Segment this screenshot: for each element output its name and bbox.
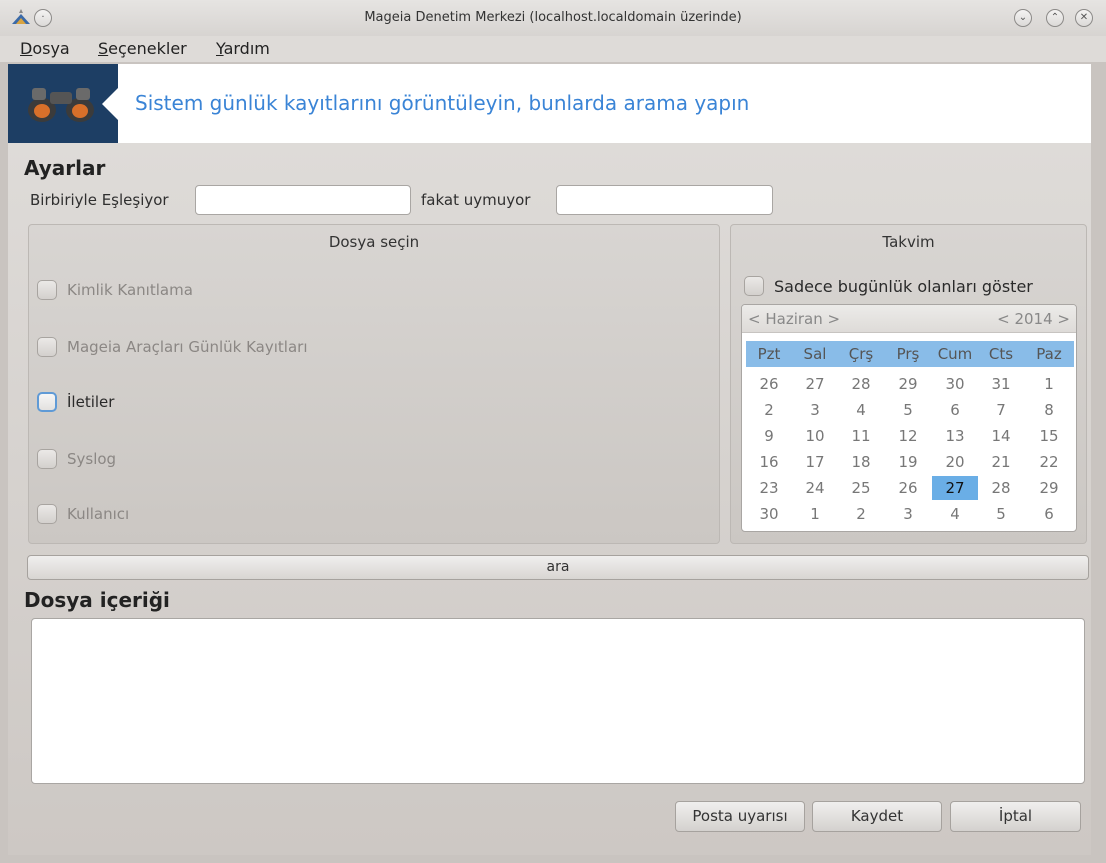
calendar-day[interactable]: 18 xyxy=(838,450,884,474)
close-icon[interactable]: ✕ xyxy=(1075,9,1093,27)
weekday-label: Sal xyxy=(803,345,827,363)
checkbox-syslog[interactable] xyxy=(37,449,57,469)
calendar-day[interactable]: 12 xyxy=(885,424,931,448)
menu-file[interactable]: Dosya xyxy=(20,39,70,58)
calendar-year-nav[interactable]: < 2014 > xyxy=(997,310,1070,328)
calendar-day[interactable]: 22 xyxy=(1026,450,1072,474)
banner-arrow xyxy=(102,88,118,120)
calendar-month-nav[interactable]: < Haziran > xyxy=(748,310,840,328)
settings-heading: Ayarlar xyxy=(24,156,106,180)
menu-options[interactable]: Seçenekler xyxy=(98,39,187,58)
calendar-day[interactable]: 19 xyxy=(885,450,931,474)
file-select-group: Dosya seçin Kimlik Kanıtlama Mageia Araç… xyxy=(28,224,720,544)
calendar-day[interactable]: 24 xyxy=(792,476,838,500)
content-heading: Dosya içeriği xyxy=(24,588,170,612)
calendar-day[interactable]: 9 xyxy=(746,424,792,448)
checkbox-label-user: Kullanıcı xyxy=(67,505,130,523)
calendar-day[interactable]: 5 xyxy=(978,502,1024,526)
checkbox-today-only[interactable] xyxy=(744,276,764,296)
calendar-day[interactable]: 11 xyxy=(838,424,884,448)
calendar-next-year-icon[interactable]: > xyxy=(1057,310,1070,328)
checkbox-user[interactable] xyxy=(37,504,57,524)
calendar-day[interactable]: 8 xyxy=(1026,398,1072,422)
calendar-nav: < Haziran > < 2014 > xyxy=(742,305,1076,333)
calendar-title: Takvim xyxy=(882,233,935,251)
minimize-icon[interactable]: ⌄ xyxy=(1014,9,1032,27)
banner: Sistem günlük kayıtlarını görüntüleyin, … xyxy=(8,64,1091,143)
save-button[interactable]: Kaydet xyxy=(812,801,942,832)
calendar-day[interactable]: 1 xyxy=(792,502,838,526)
weekday-label: Pzt xyxy=(757,345,781,363)
calendar-day[interactable]: 16 xyxy=(746,450,792,474)
calendar-prev-month-icon[interactable]: < xyxy=(748,310,761,328)
checkbox-label-auth: Kimlik Kanıtlama xyxy=(67,281,193,299)
calendar-day[interactable]: 3 xyxy=(792,398,838,422)
calendar-prev-year-icon[interactable]: < xyxy=(997,310,1010,328)
weekday-label: Cum xyxy=(937,345,973,363)
calendar-day[interactable]: 21 xyxy=(978,450,1024,474)
calendar-day[interactable]: 25 xyxy=(838,476,884,500)
banner-title: Sistem günlük kayıtlarını görüntüleyin, … xyxy=(135,91,750,115)
calendar-day[interactable]: 28 xyxy=(838,372,884,396)
window-title: Mageia Denetim Merkezi (localhost.locald… xyxy=(364,10,742,25)
calendar-day[interactable]: 1 xyxy=(1026,372,1072,396)
calendar-day-selected[interactable]: 27 xyxy=(932,476,978,500)
checkbox-label-today-only: Sadece bugünlük olanları göster xyxy=(774,277,1033,296)
calendar-day[interactable]: 2 xyxy=(838,502,884,526)
calendar-day[interactable]: 2 xyxy=(746,398,792,422)
mail-alert-button[interactable]: Posta uyarısı xyxy=(675,801,805,832)
weekday-label: Paz xyxy=(1036,345,1062,363)
calendar-weekday-header: Pzt Sal Çrş Prş Cum Cts Paz xyxy=(746,341,1074,367)
calendar-widget[interactable]: < Haziran > < 2014 > Pzt Sal Çrş Prş Cum… xyxy=(741,304,1077,532)
weekday-label: Çrş xyxy=(848,345,874,363)
checkbox-label-syslog: Syslog xyxy=(67,450,117,468)
nomatch-label: fakat uymuyor xyxy=(421,191,531,209)
window-titlebar: · Mageia Denetim Merkezi (localhost.loca… xyxy=(0,0,1106,38)
calendar-day[interactable]: 29 xyxy=(1026,476,1072,500)
calendar-next-month-icon[interactable]: > xyxy=(828,310,841,328)
calendar-day[interactable]: 15 xyxy=(1026,424,1072,448)
calendar-day[interactable]: 29 xyxy=(885,372,931,396)
nomatch-input[interactable] xyxy=(556,185,773,215)
calendar-month: Haziran xyxy=(765,310,823,328)
calendar-day[interactable]: 4 xyxy=(932,502,978,526)
menu-help[interactable]: Yardım xyxy=(216,39,270,58)
calendar-day[interactable]: 6 xyxy=(932,398,978,422)
calendar-day[interactable]: 3 xyxy=(885,502,931,526)
calendar-day[interactable]: 7 xyxy=(978,398,1024,422)
calendar-day[interactable]: 17 xyxy=(792,450,838,474)
search-button[interactable]: ara xyxy=(27,555,1089,580)
menubar: Dosya Seçenekler Yardım xyxy=(0,36,1106,62)
cancel-button[interactable]: İptal xyxy=(950,801,1081,832)
calendar-day[interactable]: 23 xyxy=(746,476,792,500)
checkbox-label-messages: İletiler xyxy=(67,393,115,411)
checkbox-label-mageia-tools: Mageia Araçları Günlük Kayıtları xyxy=(67,338,308,356)
binoculars-icon xyxy=(28,88,94,122)
checkbox-mageia-tools[interactable] xyxy=(37,337,57,357)
file-content-area[interactable] xyxy=(31,618,1085,784)
calendar-day[interactable]: 6 xyxy=(1026,502,1072,526)
weekday-label: Cts xyxy=(988,345,1014,363)
calendar-day[interactable]: 14 xyxy=(978,424,1024,448)
checkbox-messages[interactable] xyxy=(37,392,57,412)
match-input[interactable] xyxy=(195,185,411,215)
calendar-year: 2014 xyxy=(1014,310,1053,328)
calendar-day[interactable]: 20 xyxy=(932,450,978,474)
file-select-title: Dosya seçin xyxy=(328,233,420,251)
calendar-day[interactable]: 26 xyxy=(885,476,931,500)
calendar-day[interactable]: 28 xyxy=(978,476,1024,500)
maximize-icon[interactable]: ⌃ xyxy=(1046,9,1064,27)
calendar-day[interactable]: 31 xyxy=(978,372,1024,396)
checkbox-auth[interactable] xyxy=(37,280,57,300)
calendar-day[interactable]: 27 xyxy=(792,372,838,396)
calendar-day[interactable]: 30 xyxy=(932,372,978,396)
match-label: Birbiriyle Eşleşiyor xyxy=(30,191,169,209)
calendar-day[interactable]: 26 xyxy=(746,372,792,396)
weekday-label: Prş xyxy=(896,345,920,363)
calendar-day[interactable]: 5 xyxy=(885,398,931,422)
calendar-day[interactable]: 30 xyxy=(746,502,792,526)
calendar-day[interactable]: 4 xyxy=(838,398,884,422)
calendar-day[interactable]: 13 xyxy=(932,424,978,448)
calendar-day[interactable]: 10 xyxy=(792,424,838,448)
